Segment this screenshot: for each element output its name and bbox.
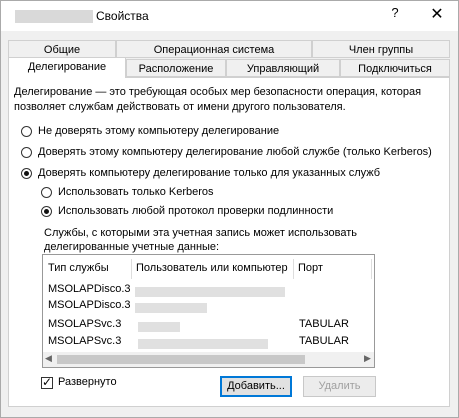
title-bar: Свойства ? ✕ <box>1 1 458 31</box>
services-list-label: Службы, с которыми эта учетная запись мо… <box>44 227 358 253</box>
redacted-user <box>135 287 285 297</box>
radio-trust-any-service-label[interactable]: Доверять этому компьютеру делегирование … <box>38 146 432 158</box>
radio-kerberos-only-label[interactable]: Использовать только Kerberos <box>58 186 214 198</box>
radio-do-not-trust-label[interactable]: Не доверять этому компьютеру делегирован… <box>38 125 279 137</box>
radio-trust-specified-services[interactable] <box>21 168 32 179</box>
column-divider[interactable] <box>371 259 372 279</box>
radio-kerberos-only[interactable] <box>41 187 52 198</box>
column-header-user-or-computer[interactable]: Пользователь или компьютер <box>131 255 293 282</box>
cell-port: TABULAR <box>299 335 349 347</box>
cell-port: TABULAR <box>299 318 349 330</box>
column-header-port[interactable]: Порт <box>293 255 371 282</box>
tab-delegation[interactable]: Делегирование <box>8 57 126 78</box>
tab-location[interactable]: Расположение <box>126 59 226 77</box>
radio-any-protocol-label[interactable]: Использовать любой протокол проверки под… <box>58 205 333 217</box>
cell-service-type: MSOLAPDisco.3 <box>48 299 131 311</box>
tab-managed-by[interactable]: Управляющий <box>226 59 340 77</box>
scrollbar-thumb[interactable] <box>57 355 305 364</box>
remove-button[interactable]: Удалить <box>303 376 376 397</box>
radio-any-protocol[interactable] <box>41 206 52 217</box>
delegation-description: Делегирование — это требующая особых мер… <box>14 86 422 113</box>
checkmark-icon: ✓ <box>42 375 53 389</box>
redacted-user <box>138 322 180 332</box>
cell-service-type: MSOLAPDisco.3 <box>48 283 131 295</box>
tab-operating-system[interactable]: Операционная система <box>116 40 312 58</box>
radio-trust-any-service[interactable] <box>21 147 32 158</box>
radio-do-not-trust[interactable] <box>21 126 32 137</box>
cell-service-type: MSOLAPSvc.3 <box>48 318 122 330</box>
help-button[interactable]: ? <box>387 5 403 20</box>
column-header-service-type[interactable]: Тип службы <box>43 255 131 282</box>
add-button[interactable]: Добавить... <box>220 376 292 397</box>
expanded-checkbox[interactable]: ✓ <box>41 375 53 389</box>
redacted-user <box>138 339 268 349</box>
close-button[interactable]: ✕ <box>428 4 446 24</box>
radio-trust-specified-services-label[interactable]: Доверять компьютеру делегирование только… <box>38 167 380 179</box>
scroll-right-icon[interactable]: ▶ <box>364 353 371 364</box>
expanded-checkbox-label[interactable]: Развернуто <box>58 376 117 388</box>
tab-member-of[interactable]: Член группы <box>312 40 450 58</box>
services-list[interactable]: Тип службы Пользователь или компьютер По… <box>42 254 375 368</box>
redacted-user <box>135 303 207 313</box>
scroll-left-icon[interactable]: ◀ <box>45 353 52 364</box>
window-title: Свойства <box>96 9 149 23</box>
tab-general[interactable]: Общие <box>8 40 116 58</box>
cell-service-type: MSOLAPSvc.3 <box>48 335 122 347</box>
redacted-title-prefix <box>15 10 93 23</box>
horizontal-scrollbar[interactable]: ◀ ▶ <box>43 352 374 367</box>
tab-dial-in[interactable]: Подключиться <box>340 59 450 77</box>
